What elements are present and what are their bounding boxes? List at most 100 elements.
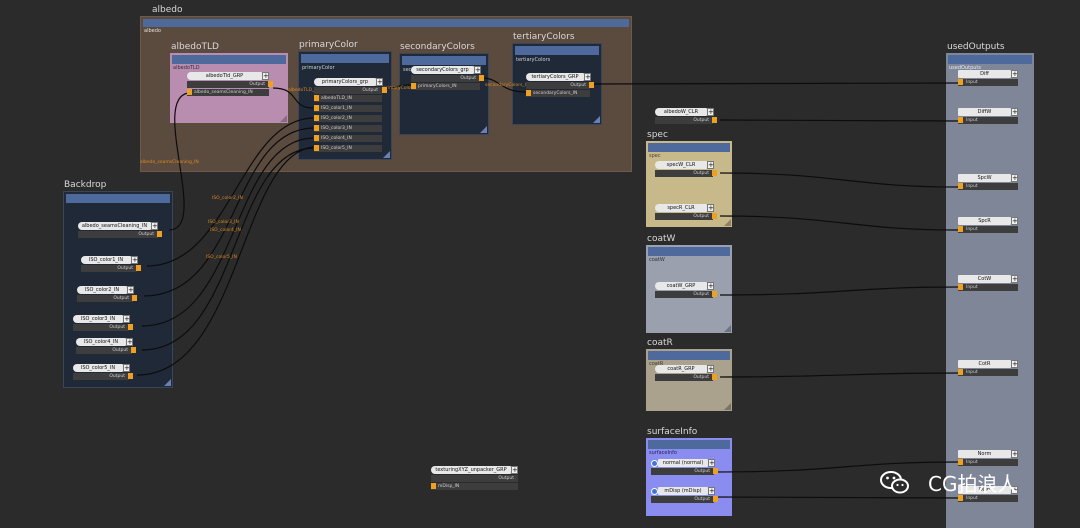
node-output-spcw[interactable]: SpcW [958, 174, 1011, 182]
add-port-button[interactable]: + [708, 459, 715, 467]
add-port-button[interactable]: + [1011, 217, 1018, 225]
output-port[interactable] [712, 170, 717, 176]
add-port-button[interactable]: + [151, 222, 158, 230]
input-port[interactable] [314, 115, 319, 121]
node-mdisp[interactable]: mDisp (mDisp) [658, 487, 708, 495]
node-output-cotr[interactable]: CotR [958, 360, 1011, 368]
node-iso-color2-in[interactable]: ISO_color2_IN [77, 286, 127, 294]
output-port[interactable] [268, 81, 273, 87]
node-albedotld-grp[interactable]: albedoTld_GRP [187, 72, 262, 80]
node-output-norm[interactable]: Norm [958, 450, 1011, 458]
output-port[interactable] [128, 324, 133, 330]
wire-label: ISO_color2_IN [212, 196, 243, 201]
add-port-button[interactable]: + [707, 161, 714, 169]
output-port[interactable] [479, 75, 484, 81]
node-iso-color3-in[interactable]: ISO_color3_IN [73, 315, 123, 323]
add-port-button[interactable]: + [1011, 70, 1018, 78]
add-port-button[interactable]: + [126, 338, 133, 346]
output-port[interactable] [713, 468, 718, 474]
read-node-icon [651, 488, 658, 495]
input-port-label: albedo_seamsCleaning_IN [187, 89, 269, 96]
output-port-label: Output [655, 117, 713, 124]
output-port[interactable] [382, 87, 387, 93]
input-port[interactable] [958, 226, 963, 232]
output-port[interactable] [128, 373, 133, 379]
node-albedow-clr[interactable]: albedoW_CLR [655, 108, 707, 116]
node-output-cotw[interactable]: CotW [958, 275, 1011, 283]
input-port[interactable] [314, 105, 319, 111]
input-port[interactable] [314, 135, 319, 141]
add-port-button[interactable]: + [1011, 108, 1018, 116]
input-port-label: Input [958, 369, 1018, 376]
node-output-spcr[interactable]: SpcR [958, 217, 1011, 225]
read-node-icon [651, 460, 658, 467]
add-port-button[interactable]: + [707, 108, 714, 116]
node-iso-color1-in[interactable]: ISO_color1_IN [81, 256, 131, 264]
input-port-label: Input [958, 79, 1018, 86]
node-specw-clr[interactable]: specW_CLR [655, 161, 707, 169]
node-coatr-grp[interactable]: coatR_GRP [655, 365, 707, 373]
input-port[interactable] [187, 89, 192, 95]
add-port-button[interactable]: + [262, 72, 269, 80]
node-output-diffw[interactable]: DiffW [958, 108, 1011, 116]
output-port[interactable] [132, 295, 137, 301]
node-iso-color4-in[interactable]: ISO_color4_IN [76, 338, 126, 346]
add-port-button[interactable]: + [1011, 360, 1018, 368]
add-port-button[interactable]: + [707, 365, 714, 373]
input-port[interactable] [526, 90, 531, 96]
add-port-button[interactable]: + [1011, 174, 1018, 182]
output-port[interactable] [712, 291, 717, 297]
output-port[interactable] [157, 231, 162, 237]
output-port[interactable] [589, 82, 594, 88]
add-port-button[interactable]: + [376, 78, 383, 86]
output-port[interactable] [131, 347, 136, 353]
watermark: CG拍浪人 [870, 458, 1080, 528]
input-port[interactable] [431, 483, 436, 489]
add-port-button[interactable]: + [708, 487, 715, 495]
output-port[interactable] [713, 496, 718, 502]
add-port-button[interactable]: + [1011, 450, 1018, 458]
output-port-label: Output [73, 324, 129, 331]
add-port-button[interactable]: + [707, 204, 714, 212]
input-port-label: ISO_color4_IN [314, 135, 382, 142]
input-port[interactable] [958, 284, 963, 290]
output-port[interactable] [712, 374, 717, 380]
add-port-button[interactable]: + [123, 315, 130, 323]
wechat-icon [880, 470, 910, 496]
node-iso-color5-in[interactable]: ISO_color5_IN [73, 364, 123, 372]
node-specr-clr[interactable]: specR_CLR [655, 204, 707, 212]
input-port[interactable] [411, 83, 416, 89]
add-port-button[interactable]: + [127, 286, 134, 294]
add-port-button[interactable]: + [707, 282, 714, 290]
node-albedo-seamscleaning-in[interactable]: albedo_seamsCleaning_IN [78, 222, 151, 230]
add-port-button[interactable]: + [584, 73, 591, 81]
output-port[interactable] [136, 265, 141, 271]
node-output-diff[interactable]: Diff [958, 70, 1011, 78]
output-port-label: Output [73, 373, 129, 380]
input-port[interactable] [958, 369, 963, 375]
node-normal[interactable]: normal (normal) [658, 459, 708, 467]
node-secondarycolors-grp[interactable]: secondaryColors_grp [411, 66, 474, 74]
node-primarycolors-grp[interactable]: primaryColors_grp [314, 78, 376, 86]
input-port[interactable] [314, 95, 319, 101]
input-port[interactable] [314, 125, 319, 131]
input-port-label: Input [958, 183, 1018, 190]
input-port[interactable] [958, 117, 963, 123]
node-coatw-grp[interactable]: coatW_GRP [655, 282, 707, 290]
node-texturing-unpacker[interactable]: texturingXYZ_unpacker_GRP [431, 466, 511, 474]
output-port[interactable] [712, 117, 717, 123]
input-port[interactable] [958, 79, 963, 85]
output-port-label: Output [655, 374, 713, 381]
add-port-button[interactable]: + [131, 256, 138, 264]
add-port-button[interactable]: + [474, 66, 481, 74]
add-port-button[interactable]: + [511, 466, 518, 474]
output-port-label: Output [651, 468, 714, 475]
input-port[interactable] [958, 183, 963, 189]
add-port-button[interactable]: + [123, 364, 130, 372]
input-port[interactable] [314, 145, 319, 151]
output-port[interactable] [712, 213, 717, 219]
output-port-label: Output [81, 265, 137, 272]
add-port-button[interactable]: + [1011, 275, 1018, 283]
watermark-text: CG拍浪人 [928, 472, 1018, 496]
node-tertiarycolors-grp[interactable]: tertiaryColors_GRP [526, 73, 584, 81]
